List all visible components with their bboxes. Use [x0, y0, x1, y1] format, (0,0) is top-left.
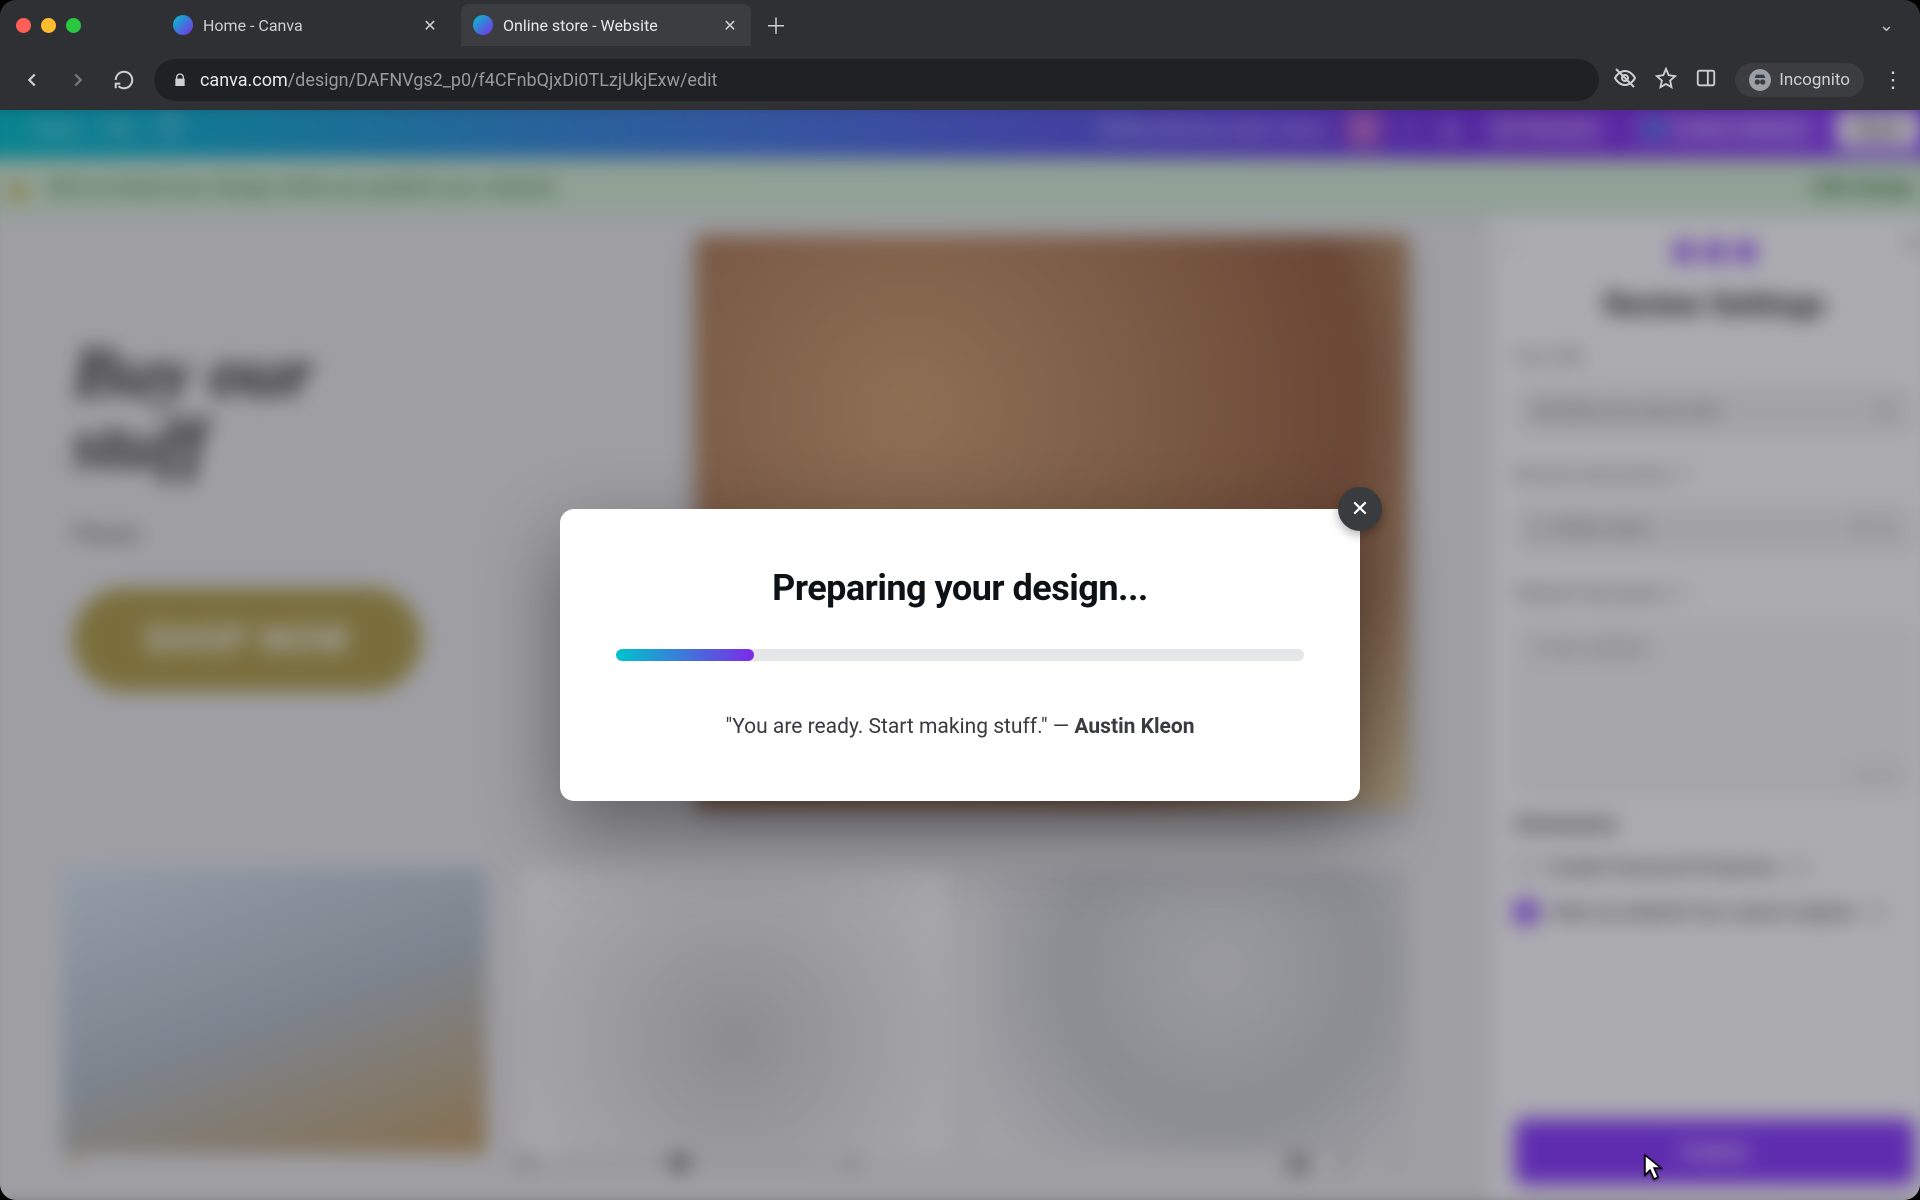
browser-chrome: Home - Canva ✕ Online store - Website ✕ …: [0, 0, 1920, 110]
tab-close-button[interactable]: ✕: [721, 16, 739, 34]
tab-bar: Home - Canva ✕ Online store - Website ✕ …: [0, 0, 1920, 50]
progress-bar: [616, 649, 1304, 661]
tab-title: Online store - Website: [503, 16, 711, 35]
modal-close-button[interactable]: ✕: [1338, 487, 1382, 531]
reload-button[interactable]: [108, 64, 140, 96]
browser-menu-button[interactable]: ⋮: [1882, 68, 1904, 93]
address-bar[interactable]: canva.com/design/DAFNVgs2_p0/f4CFnbQjxDi…: [154, 59, 1599, 101]
back-button[interactable]: [16, 64, 48, 96]
maximize-window-button[interactable]: [66, 18, 81, 33]
tab-title: Home - Canva: [203, 16, 411, 35]
modal-title: Preparing your design...: [616, 567, 1304, 609]
incognito-label: Incognito: [1779, 70, 1850, 90]
window-controls: [16, 18, 81, 33]
new-tab-button[interactable]: ＋: [761, 10, 791, 40]
modal-quote: "You are ready. Start making stuff." — A…: [616, 715, 1304, 739]
eye-off-icon[interactable]: [1613, 66, 1637, 94]
star-icon[interactable]: [1655, 67, 1677, 93]
forward-button[interactable]: [62, 64, 94, 96]
panel-icon[interactable]: [1695, 67, 1717, 93]
url-text: canva.com/design/DAFNVgs2_p0/f4CFnbQjxDi…: [200, 70, 717, 91]
close-window-button[interactable]: [16, 18, 31, 33]
modal-overlay: ✕ Preparing your design... "You are read…: [0, 110, 1920, 1200]
tab-home-canva[interactable]: Home - Canva ✕: [161, 4, 451, 46]
tab-online-store[interactable]: Online store - Website ✕: [461, 4, 751, 46]
canva-favicon-icon: [173, 15, 193, 35]
minimize-window-button[interactable]: [41, 18, 56, 33]
preparing-design-modal: ✕ Preparing your design... "You are read…: [560, 509, 1360, 801]
incognito-icon: [1749, 69, 1771, 91]
incognito-badge[interactable]: Incognito: [1735, 63, 1864, 97]
lock-icon: [172, 72, 188, 88]
address-bar-row: canva.com/design/DAFNVgs2_p0/f4CFnbQjxDi…: [0, 50, 1920, 110]
page-viewport: ‹ Home File Online store by Janet Jones …: [0, 110, 1920, 1200]
progress-fill: [616, 649, 754, 661]
canva-favicon-icon: [473, 15, 493, 35]
tab-close-button[interactable]: ✕: [421, 16, 439, 34]
tabs-dropdown-icon[interactable]: ⌄: [1879, 15, 1894, 36]
